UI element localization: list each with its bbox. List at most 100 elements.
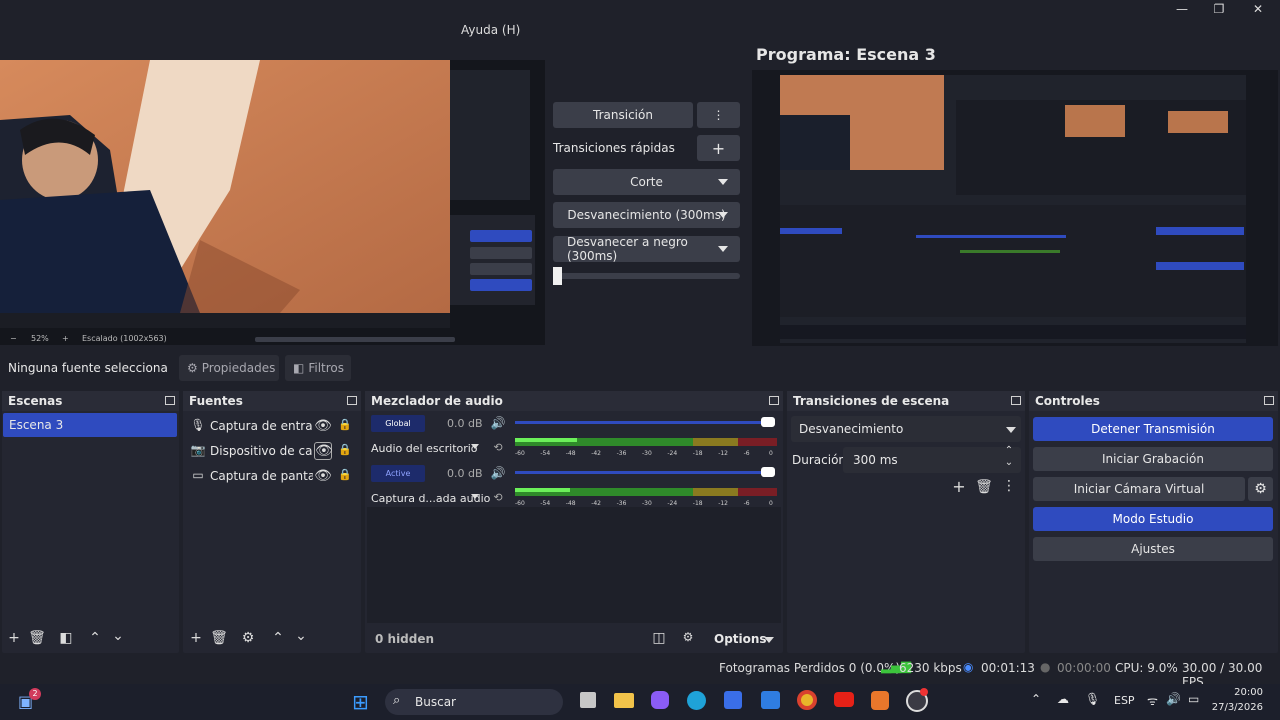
preview-scrollbar[interactable] [255,337,455,342]
close-button[interactable]: ✕ [1248,2,1268,18]
transition-select[interactable]: Desvanecimiento [791,416,1021,442]
trash-icon[interactable]: 🗑 [28,630,46,646]
scale-label[interactable]: Escalado (1002x563) [82,334,167,343]
add-quick-transition-icon[interactable]: + [697,135,740,161]
eye-icon[interactable]: 👁 [314,418,332,434]
wifi-icon[interactable]: ᯤ [1147,692,1158,709]
source-item[interactable]: 📷 Dispositivo de captu 👁 🔒 [183,440,361,464]
preview-canvas[interactable]: − 52% + Escalado (1002x563) [0,60,545,345]
microphone-icon[interactable]: 🎙 [1085,692,1100,706]
program-title: Programa: Escena 3 [756,45,936,64]
options-button[interactable]: Options [714,632,767,646]
zoom-in-icon[interactable]: + [62,334,69,343]
arrow-down-icon[interactable]: ⌄ [292,628,310,644]
store-icon[interactable] [724,691,742,709]
arrow-down-icon[interactable]: ⌄ [109,628,127,644]
minimize-button[interactable]: — [1172,2,1192,18]
arrow-up-icon[interactable]: ⌃ [269,630,287,646]
gear-icon[interactable]: ⚙ [239,630,257,646]
battery-icon[interactable]: ▭ [1188,692,1199,706]
lock-icon[interactable]: 🔒 [336,418,354,431]
advanced-audio-icon[interactable]: ⚙ [679,630,697,644]
add-icon[interactable]: + [950,477,968,496]
add-icon[interactable]: + [5,630,23,646]
volume-slider-handle[interactable] [761,467,775,477]
layout-icon[interactable]: ◫ [650,630,668,646]
gear-icon[interactable]: ⚙ [1248,477,1273,501]
transition-button[interactable]: Transición [553,102,693,128]
filter-icon[interactable]: ◧ [57,630,75,646]
zoom-out-icon[interactable]: − [10,334,17,343]
volume-icon[interactable]: 🔊 [489,466,507,480]
lock-icon[interactable]: 🔒 [336,443,354,456]
start-recording-button[interactable]: Iniciar Grabación [1033,447,1273,471]
more-icon[interactable]: ⋮ [1000,478,1018,494]
studio-mode-button[interactable]: Modo Estudio [1033,507,1273,531]
trash-icon[interactable]: 🗑 [975,479,993,495]
settings-button[interactable]: Ajustes [1033,537,1273,561]
meter-zone [737,488,777,496]
popout-icon[interactable] [1011,396,1021,405]
onedrive-icon[interactable]: ☁ [1057,692,1069,706]
youtube-icon[interactable] [834,692,854,707]
stop-stream-button[interactable]: Detener Transmisión [1033,417,1273,441]
start-icon[interactable]: ⊞ [352,690,369,714]
edge-icon[interactable] [687,691,706,710]
copilot-icon[interactable] [651,691,669,709]
zoom-level: 52% [31,334,49,343]
volume-slider[interactable] [515,471,770,474]
program-preview [752,70,1278,346]
chevron-down-icon[interactable]: ⌄ [1000,457,1018,468]
trash-icon[interactable]: 🗑 [210,630,228,646]
monitor-off-icon[interactable]: ⟲ [489,441,507,454]
eye-icon[interactable]: 👁 [314,442,333,460]
transition-slider-handle[interactable] [553,267,562,285]
chevron-down-icon[interactable] [764,637,774,643]
meter-scale-label: -18 [692,450,703,457]
source-item[interactable]: 🎙 Captura de entrada 👁 🔒 [183,415,361,439]
task-view-icon[interactable] [580,692,596,708]
volume-slider[interactable] [515,421,770,424]
chevron-up-icon[interactable]: ⌃ [1031,692,1041,706]
file-explorer-icon[interactable] [614,693,634,708]
transition-slider[interactable] [553,273,740,279]
virtual-camera-button[interactable]: Iniciar Cámara Virtual [1033,477,1245,501]
clock-time[interactable]: 20:00 [1231,687,1263,698]
search-box[interactable]: ⌕ Buscar [385,689,563,715]
chevron-up-icon[interactable]: ⌃ [1000,445,1018,456]
quick-transition-item[interactable]: Desvanecimiento (300ms) [553,202,740,228]
maximize-button[interactable]: ❐ [1209,2,1229,18]
source-item[interactable]: ▭ Captura de pantalla 👁 🔒 [183,465,361,489]
chevron-down-icon[interactable] [471,444,479,449]
volume-icon[interactable]: 🔊 [489,416,507,430]
add-icon[interactable]: + [187,630,205,646]
clock-date[interactable]: 27/3/2026 [1211,702,1263,713]
duration-input[interactable]: 300 ms [843,447,1021,473]
meter-scale-label: -24 [667,500,678,507]
eye-icon[interactable]: 👁 [314,468,332,484]
chrome-icon[interactable] [797,690,817,710]
arrow-up-icon[interactable]: ⌃ [86,630,104,646]
properties-button[interactable]: ⚙ Propiedades [179,355,279,381]
outlook-icon[interactable] [761,691,780,709]
lock-icon[interactable]: 🔒 [336,468,354,481]
gear-icon: ⚙ [187,361,198,375]
meter-scale-label: -12 [718,450,728,457]
language-indicator[interactable]: ESP [1114,694,1135,707]
quick-transition-item[interactable]: Corte [553,169,740,195]
chevron-down-icon[interactable] [471,494,479,499]
volume-slider-handle[interactable] [761,417,775,427]
brave-icon[interactable] [871,691,889,710]
filters-button[interactable]: ◧ Filtros [285,355,351,381]
popout-icon[interactable] [1264,396,1274,405]
popout-icon[interactable] [165,396,175,405]
quick-transition-item[interactable]: Desvanecer a negro (300ms) [553,235,740,263]
popout-icon[interactable] [347,396,357,405]
transition-menu-icon[interactable]: ⋮ [697,102,740,128]
volume-icon[interactable]: 🔊 [1166,692,1181,706]
level-meter [515,436,777,448]
scene-item[interactable]: Escena 3 [3,413,177,437]
popout-icon[interactable] [769,396,779,405]
menu-help[interactable]: Ayuda (H) [461,23,520,37]
monitor-off-icon[interactable]: ⟲ [489,491,507,504]
